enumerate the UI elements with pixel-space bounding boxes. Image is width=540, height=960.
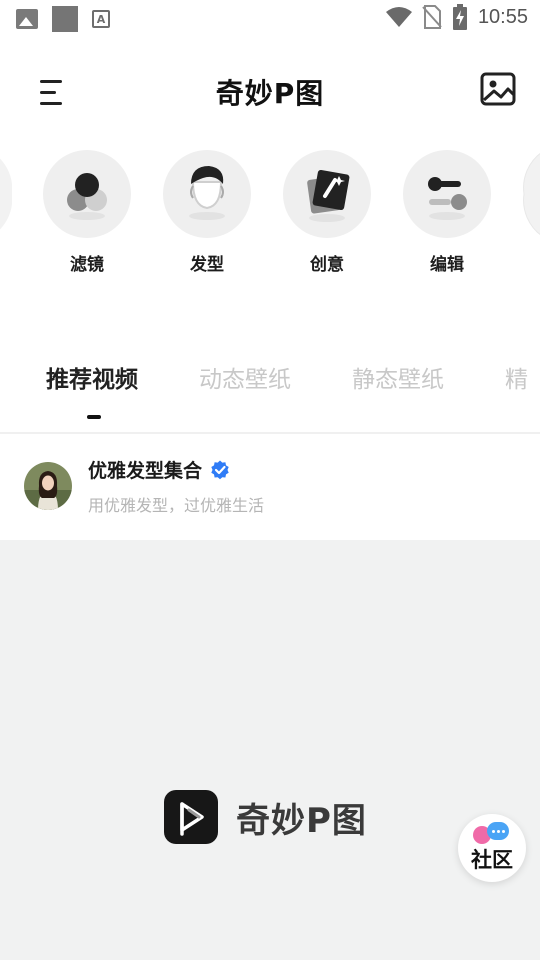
font-notification-icon: A (92, 10, 110, 28)
content-tabs: 推荐视频 动态壁纸 静态壁纸 精 (0, 352, 540, 432)
app-notification-icon (52, 6, 78, 32)
tab-static-wallpaper[interactable]: 静态壁纸 (352, 360, 444, 394)
app-logo-icon (164, 790, 218, 844)
post-title: 优雅发型集合 (88, 460, 203, 482)
category-label: 发型 (190, 255, 224, 275)
chat-bubble-icon (487, 822, 509, 840)
category-row: 滤镜 发型 创意 编辑 (0, 150, 540, 290)
no-sim-icon (422, 5, 442, 29)
watermark-text: 奇妙P图 (236, 800, 367, 841)
app-title: 奇妙P图 (215, 77, 325, 110)
wifi-icon (385, 7, 412, 27)
tab-featured[interactable]: 精 (505, 360, 528, 394)
community-label: 社区 (471, 848, 513, 872)
avatar[interactable] (24, 462, 72, 510)
post-title-row: 优雅发型集合 (88, 456, 230, 483)
app-header: 奇妙P图 (0, 60, 540, 120)
status-notification-icons: A (16, 6, 110, 32)
category-label: 编辑 (430, 255, 464, 275)
filter-icon (43, 150, 131, 238)
category-edge-left (0, 150, 13, 238)
status-time: 10:55 (477, 5, 528, 28)
image-icon (480, 72, 516, 106)
post-subtitle: 用优雅发型，过优雅生活 (88, 496, 265, 515)
post-header[interactable]: 优雅发型集合 用优雅发型，过优雅生活 (0, 434, 540, 540)
hairstyle-icon (163, 150, 251, 238)
post-media[interactable]: 奇妙P图 (0, 540, 540, 960)
tab-live-wallpaper[interactable]: 动态壁纸 (199, 360, 291, 394)
app-watermark: 奇妙P图 (164, 790, 367, 844)
category-creative[interactable]: 创意 (282, 150, 372, 275)
category-hairstyle[interactable]: 发型 (162, 150, 252, 275)
gallery-button[interactable] (480, 72, 518, 108)
battery-charging-icon (452, 4, 467, 30)
tab-recommended-video[interactable]: 推荐视频 (46, 360, 138, 394)
category-label: 滤镜 (70, 255, 104, 275)
photo-notification-icon (16, 9, 38, 29)
community-button[interactable]: 社区 (458, 814, 526, 882)
status-bar: A 10:55 (0, 0, 540, 38)
category-filter[interactable]: 滤镜 (42, 150, 132, 275)
status-system-icons: 10:55 (385, 4, 528, 30)
category-label: 创意 (310, 255, 344, 275)
category-edit[interactable]: 编辑 (402, 150, 492, 275)
edit-icon (403, 150, 491, 238)
verified-icon (211, 460, 229, 479)
category-edge-right (522, 150, 540, 238)
tab-active-indicator (87, 415, 101, 419)
creative-icon (283, 150, 371, 238)
